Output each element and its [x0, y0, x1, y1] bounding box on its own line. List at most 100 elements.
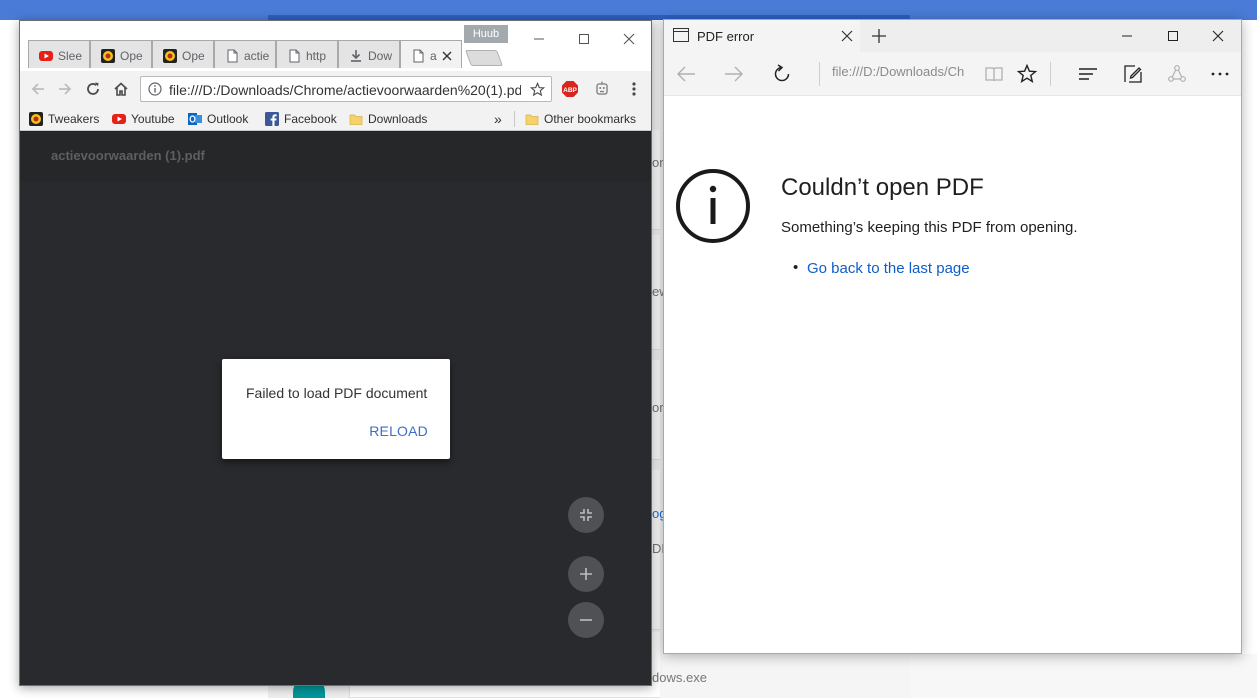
- back-button[interactable]: [672, 60, 700, 88]
- bookmark-facebook[interactable]: Facebook: [265, 110, 337, 128]
- background-text-fragment: ew: [652, 284, 663, 299]
- forward-button[interactable]: [53, 77, 77, 101]
- reload-icon: [87, 82, 99, 95]
- reload-pdf-button[interactable]: RELOAD: [369, 423, 428, 439]
- address-bar[interactable]: file:///D:/Downloads/Chrome/actievoorwaa…: [140, 76, 552, 102]
- minimize-button[interactable]: [516, 25, 562, 53]
- tweakers-icon: [101, 49, 115, 63]
- pdf-error-dialog: Failed to load PDF document RELOAD: [222, 359, 450, 459]
- bookmark-label: Facebook: [284, 112, 337, 126]
- bookmark-label: Youtube: [131, 112, 175, 126]
- chrome-tab[interactable]: Slee: [28, 40, 90, 68]
- maximize-button[interactable]: [1150, 22, 1196, 50]
- bookmarks-bar: Tweakers Youtube Outlook Facebook Downlo…: [20, 107, 651, 131]
- background-text-fragment: DK: [652, 541, 663, 556]
- close-icon: [623, 33, 635, 45]
- pdf-toolbar: actievoorwaarden (1).pdf: [20, 132, 651, 182]
- edge-title-bar: PDF error: [664, 20, 1241, 52]
- maximize-icon: [1168, 31, 1178, 41]
- arrow-right-icon: [725, 66, 743, 82]
- chrome-tab[interactable]: http: [276, 40, 338, 68]
- svg-text:ABP: ABP: [563, 87, 577, 94]
- edge-error-page: Couldn’t open PDF Something’s keeping th…: [664, 96, 1241, 653]
- web-note-button[interactable]: [1119, 60, 1147, 88]
- more-menu-button[interactable]: [1206, 60, 1234, 88]
- chrome-tab-label: a: [430, 49, 437, 63]
- edge-address-bar[interactable]: file:///D:/Downloads/Ch: [832, 64, 968, 79]
- go-back-link[interactable]: Go back to the last page: [807, 260, 970, 277]
- chrome-tab[interactable]: Ope: [152, 40, 214, 68]
- more-dots-icon: [1211, 72, 1229, 76]
- background-top-bar: [0, 0, 1257, 15]
- bookmark-outlook[interactable]: Outlook: [188, 110, 248, 128]
- close-window-button[interactable]: [606, 25, 651, 53]
- zoom-out-button[interactable]: [568, 602, 604, 638]
- refresh-icon: [774, 64, 790, 82]
- reading-view-button[interactable]: [980, 60, 1008, 88]
- background-right-panel: [910, 654, 1257, 698]
- favorites-star-button[interactable]: [1013, 60, 1041, 88]
- edge-tab-active[interactable]: PDF error: [664, 20, 860, 52]
- close-icon: [1212, 30, 1224, 42]
- chrome-tab-label: Slee: [58, 49, 83, 63]
- document-icon: [413, 49, 424, 63]
- chrome-tab-label: actie: [244, 49, 270, 63]
- star-icon[interactable]: [530, 82, 545, 97]
- back-button[interactable]: [26, 77, 50, 101]
- address-text[interactable]: file:///D:/Downloads/Chrome/actievoorwaa…: [169, 82, 521, 98]
- share-button[interactable]: [1163, 60, 1191, 88]
- minimize-button[interactable]: [1104, 22, 1150, 50]
- edge-toolbar: file:///D:/Downloads/Ch: [664, 52, 1241, 96]
- bookmark-folder-downloads[interactable]: Downloads: [349, 110, 427, 128]
- zoom-in-button[interactable]: [568, 556, 604, 592]
- extension-button[interactable]: [590, 77, 614, 101]
- fit-to-page-button[interactable]: [568, 497, 604, 533]
- bookmark-label: Tweakers: [48, 112, 100, 126]
- profile-badge[interactable]: Huub: [464, 25, 508, 43]
- refresh-button[interactable]: [768, 60, 796, 88]
- bookmark-label: Other bookmarks: [544, 112, 637, 126]
- other-bookmarks-folder[interactable]: Other bookmarks: [525, 110, 636, 128]
- robot-extension-icon: [596, 81, 608, 95]
- plus-icon: [580, 568, 592, 580]
- bullet-marker: •: [793, 259, 799, 276]
- bookmarks-divider: [514, 111, 515, 127]
- hub-button[interactable]: [1074, 60, 1102, 88]
- chrome-tab[interactable]: Dow: [338, 40, 400, 68]
- adblock-plus-icon: ABP: [562, 81, 578, 97]
- edge-tab-title: PDF error: [697, 29, 755, 44]
- outlook-icon: [188, 113, 202, 125]
- folder-icon: [525, 114, 539, 125]
- close-icon[interactable]: [442, 51, 452, 61]
- facebook-icon: [265, 112, 279, 126]
- chrome-tab-active[interactable]: a: [400, 40, 462, 68]
- arrow-left-icon: [677, 66, 695, 82]
- background-link-fragment[interactable]: og: [652, 506, 663, 521]
- chrome-tab[interactable]: Ope: [90, 40, 152, 68]
- close-window-button[interactable]: [1195, 22, 1241, 50]
- edge-window: PDF error file:///D:/Downloads/Ch Couldn…: [663, 19, 1242, 654]
- info-icon[interactable]: [148, 82, 162, 96]
- arrow-left-icon: [31, 83, 44, 95]
- pdf-viewer: actievoorwaarden (1).pdf Failed to load …: [20, 132, 651, 685]
- adblock-plus-button[interactable]: ABP: [558, 77, 582, 101]
- document-icon: [289, 49, 300, 63]
- forward-button[interactable]: [720, 60, 748, 88]
- arrow-right-icon: [59, 83, 72, 95]
- chrome-tab-label: Ope: [182, 49, 205, 63]
- toolbar-divider: [819, 62, 820, 86]
- plus-icon[interactable]: [870, 27, 888, 45]
- bookmark-youtube[interactable]: Youtube: [112, 110, 175, 128]
- bookmark-tweakers[interactable]: Tweakers: [29, 110, 99, 128]
- home-button[interactable]: [109, 77, 133, 101]
- chrome-tab[interactable]: actie: [214, 40, 276, 68]
- reload-button[interactable]: [81, 77, 105, 101]
- close-icon[interactable]: [840, 29, 854, 43]
- chrome-menu-button[interactable]: [622, 77, 646, 101]
- chrome-toolbar: file:///D:/Downloads/Chrome/actievoorwaa…: [20, 71, 651, 107]
- book-icon: [985, 67, 1003, 82]
- new-tab-button[interactable]: [465, 50, 503, 66]
- maximize-button[interactable]: [561, 25, 607, 53]
- bookmarks-overflow-button[interactable]: »: [494, 110, 502, 128]
- background-text-fragment: orw: [652, 400, 663, 415]
